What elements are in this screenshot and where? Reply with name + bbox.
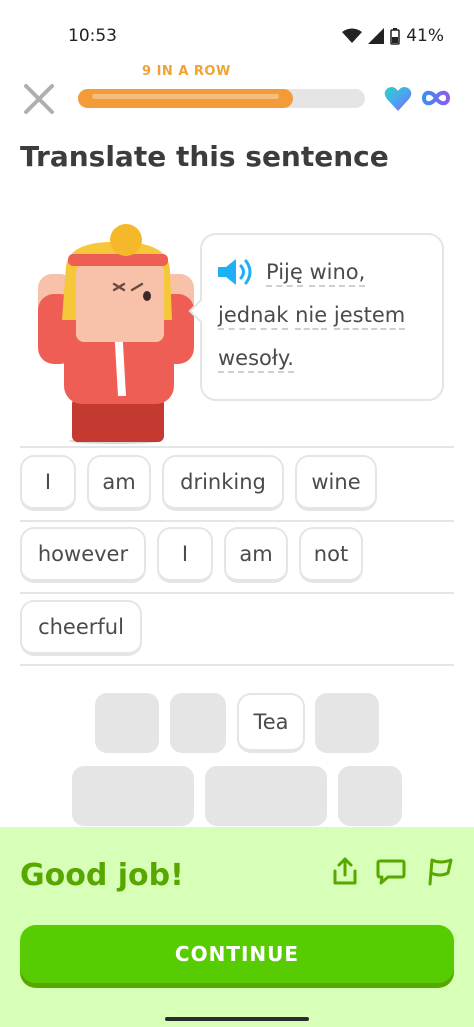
status-icons: 41% [342, 26, 444, 46]
answer-line [20, 592, 454, 594]
report-flag-icon[interactable] [424, 856, 454, 886]
signal-icon [368, 28, 385, 44]
sentence-word[interactable]: nie [295, 303, 328, 330]
answer-tile[interactable]: am [224, 527, 288, 583]
word-bank-empty-slot [72, 766, 194, 826]
page-title: Translate this sentence [20, 140, 389, 173]
progress-shine [92, 94, 279, 99]
answer-tile[interactable]: I [157, 527, 213, 583]
word-bank-tile[interactable]: Tea [237, 693, 305, 753]
answer-tile[interactable]: cheerful [20, 600, 142, 656]
status-time: 10:53 [68, 26, 117, 46]
infinity-icon [421, 90, 451, 106]
sentence-word[interactable]: jednak [218, 303, 289, 330]
word-bank-empty-slot [95, 693, 159, 753]
word-bank-empty-slot [315, 693, 379, 753]
wifi-icon [342, 28, 363, 43]
answer-tile[interactable]: drinking [162, 455, 284, 511]
streak-label: 9 IN A ROW [142, 64, 231, 79]
answer-tile[interactable]: not [299, 527, 363, 583]
sentence-word[interactable]: Piję [266, 260, 303, 287]
answer-tile[interactable]: am [87, 455, 151, 511]
character-illustration [38, 224, 194, 444]
answer-tile[interactable]: I [20, 455, 76, 511]
gesture-nav-bar [165, 1017, 309, 1021]
answer-line [20, 446, 454, 448]
answer-line [20, 520, 454, 522]
close-icon[interactable] [22, 82, 56, 116]
word-bank-empty-slot [205, 766, 327, 826]
sentence-line-1: Piję wino, [218, 251, 433, 294]
answer-tile[interactable]: wine [295, 455, 377, 511]
sentence-word[interactable]: wesoły. [218, 346, 294, 373]
comment-icon[interactable] [376, 856, 406, 886]
feedback-message: Good job! [20, 858, 184, 893]
hearts-icon[interactable] [384, 86, 412, 112]
sentence-word[interactable]: wino, [309, 260, 366, 287]
share-icon[interactable] [330, 856, 360, 886]
continue-button[interactable]: CONTINUE [20, 925, 454, 983]
word-bank-empty-slot [170, 693, 226, 753]
battery-level: 41% [406, 26, 444, 46]
answer-tile[interactable]: however [20, 527, 146, 583]
source-sentence: Piję wino, jednak nie jestem wesoły. [218, 251, 433, 380]
battery-icon [390, 27, 400, 45]
sentence-word[interactable]: jestem [333, 303, 406, 330]
sentence-line-2: jednak nie jestem [218, 294, 433, 337]
word-bank-empty-slot [338, 766, 402, 826]
sentence-line-3: wesoły. [218, 337, 433, 380]
lesson-progress-bar [78, 89, 365, 108]
answer-line [20, 664, 454, 666]
